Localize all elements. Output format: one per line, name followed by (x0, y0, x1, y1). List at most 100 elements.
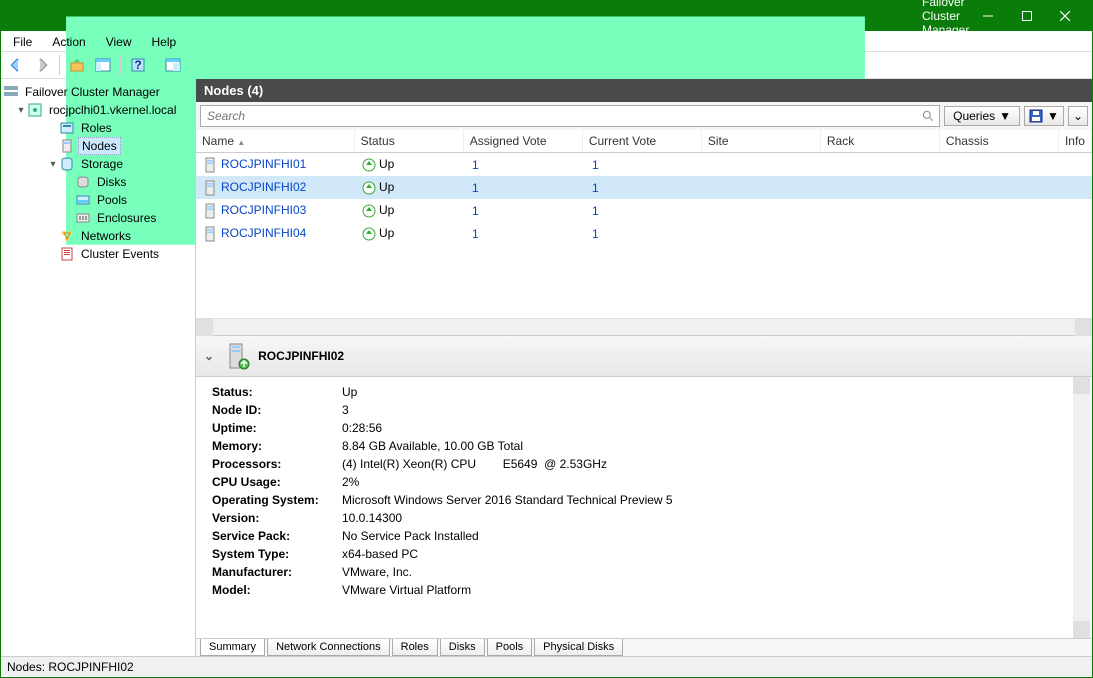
vertical-scrollbar[interactable] (1073, 377, 1090, 638)
forward-button[interactable] (31, 54, 53, 76)
chevron-down-icon[interactable]: ⌄ (204, 349, 214, 363)
table-row[interactable]: ROCJPINFHI03Up11 (196, 199, 1092, 222)
svg-text:?: ? (134, 58, 141, 72)
tab-roles[interactable]: Roles (392, 639, 438, 656)
detail-key: Version: (212, 511, 342, 525)
titlebar: Failover Cluster Manager (1, 1, 1092, 31)
table-row[interactable]: ROCJPINFHI01Up11 (196, 153, 1092, 176)
window-title: Failover Cluster Manager (922, 0, 969, 37)
menu-file[interactable]: File (5, 33, 40, 49)
nav-tree[interactable]: Failover Cluster Manager ▾ rocjpclhi01.v… (1, 79, 196, 656)
detail-key: Status: (212, 385, 342, 399)
expander-icon[interactable]: ▾ (47, 159, 59, 170)
cluster-icon (27, 102, 43, 118)
detail-row: Operating System:Microsoft Windows Serve… (212, 493, 1076, 507)
col-assigned-vote[interactable]: Assigned Vote (464, 130, 583, 152)
roles-icon (59, 120, 75, 136)
detail-value: 8.84 GB Available, 10.00 GB Total (342, 439, 523, 453)
detail-value: No Service Pack Installed (342, 529, 479, 543)
node-icon (202, 157, 218, 173)
tab-pools[interactable]: Pools (487, 639, 533, 656)
detail-row: System Type:x64-based PC (212, 547, 1076, 561)
detail-row: CPU Usage:2% (212, 475, 1076, 489)
detail-row: Uptime:0:28:56 (212, 421, 1076, 435)
content-area: Nodes (4) Queries ▼ ▼ ⌄ Name ▲ Status As… (196, 79, 1092, 656)
tab-summary[interactable]: Summary (200, 639, 265, 656)
maximize-button[interactable] (1008, 1, 1046, 31)
tree-item-cluster-events[interactable]: Cluster Events (3, 245, 193, 263)
status-bar: Nodes: ROCJPINFHI02 (1, 656, 1092, 676)
tab-physical-disks[interactable]: Physical Disks (534, 639, 623, 656)
detail-key: System Type: (212, 547, 342, 561)
tree-cluster[interactable]: ▾ rocjpclhi01.vkernel.local (3, 101, 193, 119)
detail-value: (4) Intel(R) Xeon(R) CPU E5649 @ 2.53GHz (342, 457, 607, 471)
grid-body[interactable]: ROCJPINFHI01Up11ROCJPINFHI02Up11ROCJPINF… (196, 153, 1092, 318)
menu-action[interactable]: Action (44, 33, 93, 49)
table-row[interactable]: ROCJPINFHI02Up11 (196, 176, 1092, 199)
tree-item-pools[interactable]: Pools (3, 191, 193, 209)
net-icon (59, 228, 75, 244)
tree-item-enclosures[interactable]: Enclosures (3, 209, 193, 227)
detail-row: Memory:8.84 GB Available, 10.00 GB Total (212, 439, 1076, 453)
col-chassis[interactable]: Chassis (940, 130, 1059, 152)
refresh-button[interactable] (162, 54, 184, 76)
queries-button[interactable]: Queries ▼ (944, 106, 1020, 126)
up-button[interactable] (66, 54, 88, 76)
save-button[interactable]: ▼ (1024, 106, 1064, 126)
search-input[interactable] (200, 105, 940, 127)
detail-row: Processors:(4) Intel(R) Xeon(R) CPU E564… (212, 457, 1076, 471)
tree-root[interactable]: Failover Cluster Manager (3, 83, 193, 101)
chevron-down-icon: ▼ (1047, 109, 1059, 123)
tree-item-nodes[interactable]: Nodes (3, 137, 193, 155)
detail-value: 2% (342, 475, 359, 489)
col-info[interactable]: Info (1059, 130, 1092, 152)
minimize-button[interactable] (969, 1, 1007, 31)
node-link[interactable]: ROCJPINFHI01 (221, 157, 306, 171)
detail-value: x64-based PC (342, 547, 418, 561)
detail-key: Processors: (212, 457, 342, 471)
menu-view[interactable]: View (98, 33, 140, 49)
status-up-icon (362, 181, 376, 195)
tree-item-networks[interactable]: Networks (3, 227, 193, 245)
node-link[interactable]: ROCJPINFHI02 (221, 180, 306, 194)
node-icon (202, 180, 218, 196)
node-link[interactable]: ROCJPINFHI03 (221, 203, 306, 217)
tree-item-disks[interactable]: Disks (3, 173, 193, 191)
menu-help[interactable]: Help (144, 33, 185, 49)
detail-value: 3 (342, 403, 349, 417)
node-icon (202, 226, 218, 242)
show-hide-button[interactable] (92, 54, 114, 76)
detail-row: Version:10.0.14300 (212, 511, 1076, 525)
col-current-vote[interactable]: Current Vote (583, 130, 702, 152)
col-rack[interactable]: Rack (821, 130, 940, 152)
node-icon (202, 203, 218, 219)
horizontal-scrollbar[interactable] (196, 318, 1092, 335)
search-row: Queries ▼ ▼ ⌄ (196, 102, 1092, 130)
back-button[interactable] (5, 54, 27, 76)
table-row[interactable]: ROCJPINFHI04Up11 (196, 222, 1092, 245)
tree-item-storage[interactable]: ▾Storage (3, 155, 193, 173)
col-status[interactable]: Status (355, 130, 464, 152)
tab-network-connections[interactable]: Network Connections (267, 639, 390, 656)
detail-key: Service Pack: (212, 529, 342, 543)
main-area: Failover Cluster Manager ▾ rocjpclhi01.v… (1, 79, 1092, 656)
details-tabs: Summary Network Connections Roles Disks … (196, 638, 1092, 656)
detail-value: VMware, Inc. (342, 565, 412, 579)
details-header[interactable]: ⌄ ROCJPINFHI02 (196, 336, 1092, 377)
tab-disks[interactable]: Disks (440, 639, 485, 656)
status-up-icon (362, 227, 376, 241)
node-link[interactable]: ROCJPINFHI04 (221, 226, 306, 240)
detail-key: Operating System: (212, 493, 342, 507)
col-name[interactable]: Name ▲ (196, 130, 355, 152)
detail-value: Up (342, 385, 357, 399)
expander-icon[interactable]: ▾ (15, 105, 27, 116)
help-button[interactable]: ? (127, 54, 149, 76)
detail-row: Node ID:3 (212, 403, 1076, 417)
tree-item-roles[interactable]: Roles (3, 119, 193, 137)
cluster-manager-icon (3, 84, 19, 100)
close-button[interactable] (1046, 1, 1084, 31)
detail-row: Service Pack:No Service Pack Installed (212, 529, 1076, 543)
col-site[interactable]: Site (702, 130, 821, 152)
encl-icon (75, 210, 91, 226)
expand-button[interactable]: ⌄ (1068, 106, 1088, 126)
